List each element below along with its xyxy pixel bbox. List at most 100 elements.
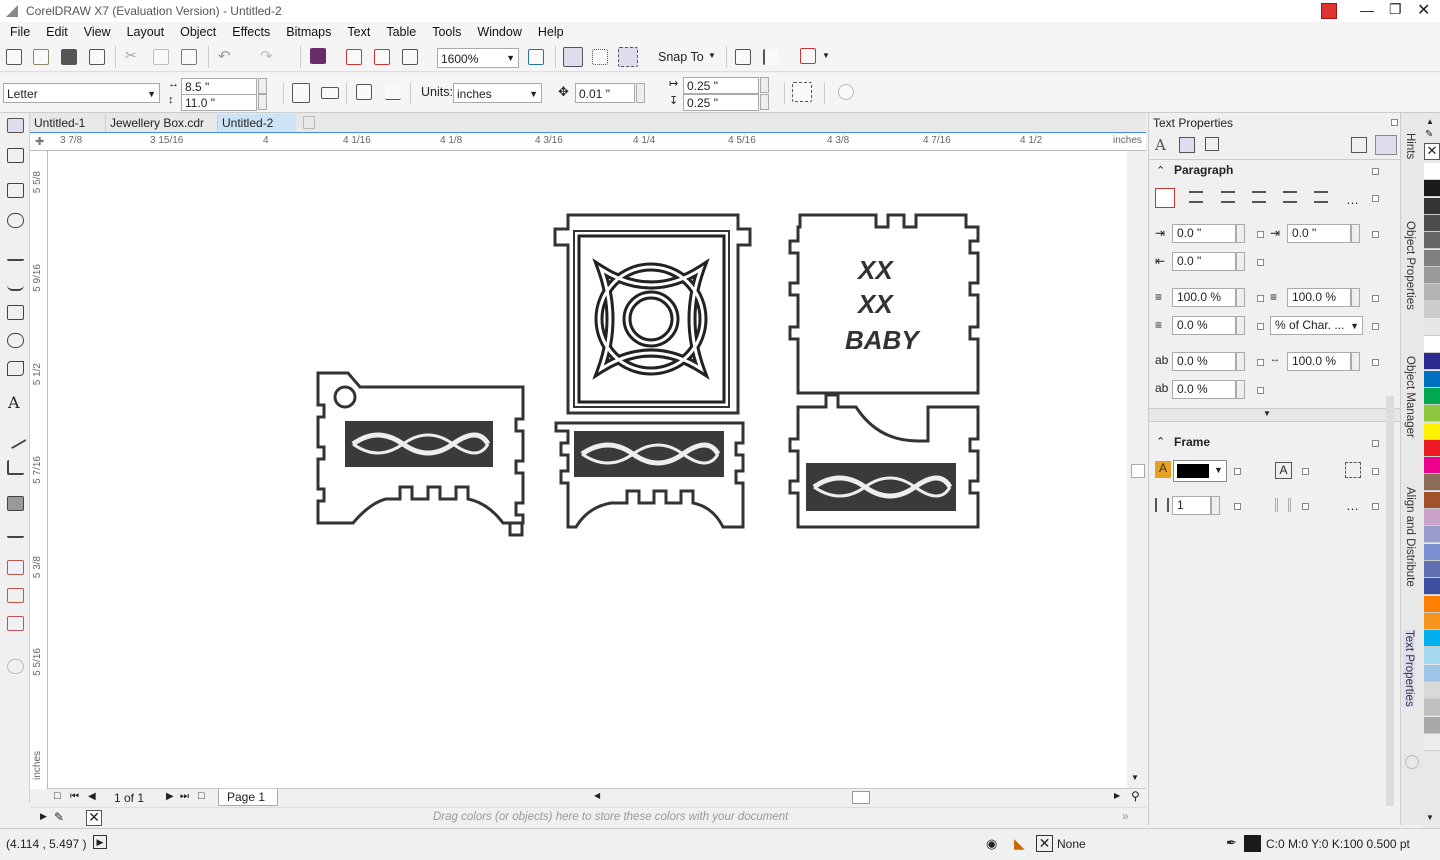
zoom-navigator-icon[interactable]: ⚲ [1131,789,1140,803]
collapse-frame-icon[interactable]: ⌃ [1156,435,1165,448]
ruler-origin-icon[interactable]: ✚ [35,135,44,148]
color-swatch[interactable] [1424,353,1440,371]
text-tool-icon[interactable]: A [8,393,20,412]
vertical-ruler[interactable]: 5 5/8 5 9/16 5 1/2 5 7/16 5 3/8 5 5/16 i… [30,151,48,789]
color-swatch[interactable] [1424,214,1440,232]
language-spacing-field[interactable]: 0.0 % [1172,380,1236,399]
word-spacing-lock-icon[interactable] [1372,359,1379,366]
color-swatch[interactable] [1424,457,1440,475]
export-icon[interactable] [374,49,390,65]
docker-tab-align-and-distribute[interactable]: Align and Distribute [1404,487,1416,587]
first-line-indent-field[interactable]: 0.0 " [1287,224,1351,243]
first-line-indent-spinner[interactable] [1351,224,1360,243]
welcome-screen-icon[interactable] [735,49,751,65]
zoom-level-select[interactable]: 1600% ▼ [437,48,519,68]
quick-customize-toolbox-icon[interactable] [7,659,24,674]
character-spacing-lock-icon[interactable] [1257,359,1264,366]
add-page-icon[interactable]: □ [54,790,61,802]
after-paragraph-lock-icon[interactable] [1257,323,1264,330]
text-direction-lock-icon[interactable] [1302,468,1309,475]
left-indent-field[interactable]: 0.0 " [1172,224,1236,243]
color-swatch[interactable] [1424,630,1440,648]
full-screen-preview-icon[interactable] [528,49,544,65]
crop-tool-icon[interactable] [7,183,24,198]
menu-layout[interactable]: Layout [119,23,173,39]
landscape-icon[interactable] [321,87,339,99]
align-left-icon[interactable] [1189,191,1203,203]
language-spacing-spinner[interactable] [1236,380,1245,399]
color-swatch[interactable] [1424,439,1440,457]
menu-view[interactable]: View [76,23,119,39]
line-spacing-spinner[interactable] [1351,288,1360,307]
color-swatch[interactable] [1424,387,1440,405]
paste-icon[interactable] [181,49,197,65]
menu-object[interactable]: Object [172,23,224,39]
frame-options-icon[interactable] [1372,440,1379,447]
menu-help[interactable]: Help [530,23,572,39]
color-swatch[interactable] [1424,180,1440,198]
more-frame-lock-icon[interactable] [1372,503,1379,510]
duplicate-x-spinner[interactable] [760,77,769,93]
document-palette[interactable]: ▶ ✎ ✕ Drag colors (or objects) here to s… [30,807,1146,827]
color-swatch[interactable] [1424,474,1440,492]
minimize-button[interactable]: — [1360,2,1374,18]
application-launcher-icon[interactable] [800,48,816,64]
polygon-tool-icon[interactable] [7,361,24,376]
next-page-icon[interactable]: ▶ [166,791,174,802]
palette-flyout-icon[interactable]: ▶ [40,811,47,822]
frame-tab-icon[interactable] [1205,137,1219,151]
color-swatch[interactable] [1424,647,1440,665]
docker-scrollbar[interactable] [1386,396,1394,806]
docker-add-icon[interactable] [1405,755,1419,769]
menu-edit[interactable]: Edit [38,23,76,39]
docker-close-icon[interactable] [1391,119,1398,126]
last-page-icon[interactable]: ⏭ [180,791,189,802]
color-swatch[interactable] [1424,560,1440,578]
menu-file[interactable]: File [2,23,38,39]
right-indent-spinner[interactable] [1236,252,1245,271]
search-content-icon[interactable] [310,48,326,64]
show-guidelines-icon[interactable] [618,47,638,67]
menu-table[interactable]: Table [378,23,424,39]
publish-pdf-icon[interactable] [402,49,418,65]
left-indent-lock-icon[interactable] [1257,231,1264,238]
page-height-spinner[interactable] [258,94,267,110]
before-paragraph-spinner[interactable] [1236,288,1245,307]
show-grid-icon[interactable] [592,49,608,65]
all-pages-icon[interactable] [356,84,372,100]
palette-scroll-icon[interactable]: » [1122,809,1129,823]
treat-as-filled-icon[interactable] [792,82,812,102]
drop-shadow-tool-icon[interactable] [7,496,24,511]
line-spacing-lock-icon[interactable] [1372,295,1379,302]
color-swatch[interactable] [1424,509,1440,526]
tab-untitled-1[interactable]: Untitled-1 [30,114,106,132]
page-size-select[interactable]: Letter ▼ [3,83,160,103]
color-swatch[interactable] [1424,197,1440,215]
tab-jewellery-box[interactable]: Jewellery Box.cdr [106,114,218,132]
more-alignment-icon[interactable]: … [1346,192,1359,207]
interactive-fill-tool-icon[interactable] [7,588,24,603]
no-fill-swatch[interactable]: ✕ [1424,143,1440,160]
after-paragraph-spacing-field[interactable]: 0.0 % [1172,316,1236,335]
save-icon[interactable] [61,49,77,65]
duplicate-y-spinner[interactable] [760,94,769,110]
right-indent-field[interactable]: 0.0 " [1172,252,1236,271]
docker-tab-object-manager[interactable]: Object Manager [1404,356,1416,438]
color-swatch[interactable] [1424,266,1440,284]
outline-color-swatch[interactable] [1244,835,1261,852]
freehand-tool-icon[interactable] [7,246,24,261]
zoom-tool-icon[interactable] [7,213,24,228]
portrait-icon[interactable] [292,83,310,103]
color-swatch[interactable] [1424,405,1440,423]
page-width-field[interactable]: 8.5 " [181,78,257,95]
color-eyedropper-tool-icon[interactable] [7,560,24,575]
scroll-right-icon[interactable]: ▶ [1114,791,1120,800]
menu-tools[interactable]: Tools [424,23,469,39]
color-swatch[interactable] [1424,301,1440,319]
transparency-tool-icon[interactable] [7,523,24,538]
shape-tool-icon[interactable] [7,148,24,163]
connector-tool-icon[interactable] [7,460,24,475]
word-spacing-spinner[interactable] [1351,352,1360,371]
color-swatch[interactable] [1424,612,1440,630]
snap-to-dropdown[interactable]: Snap To [658,50,704,64]
